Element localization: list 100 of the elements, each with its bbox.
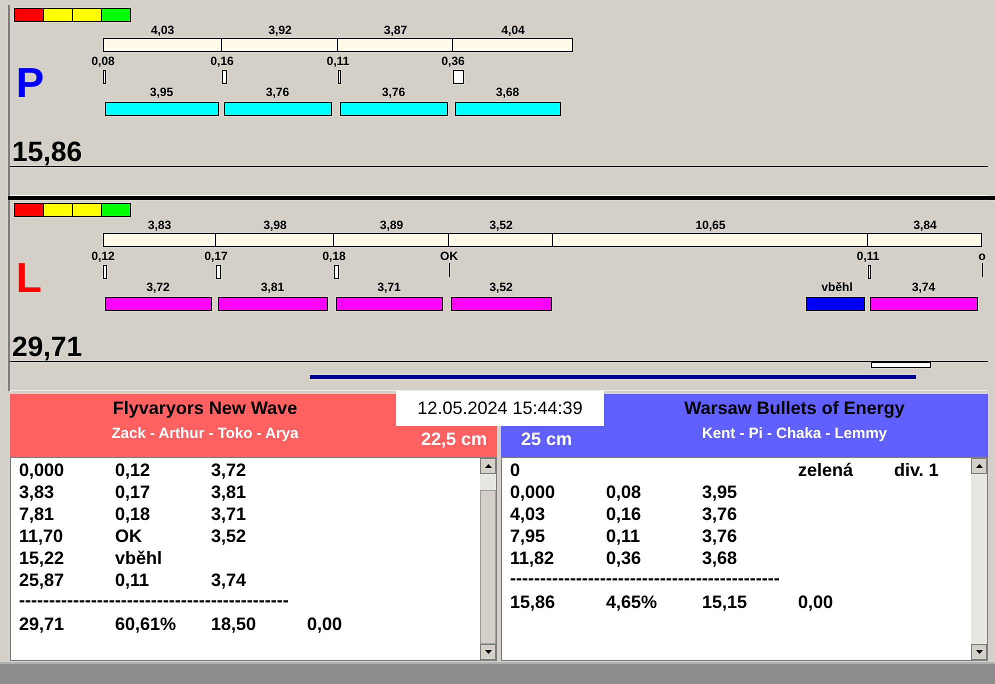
split-time: 3,83 (146, 217, 172, 233)
gap-marker (103, 265, 107, 279)
run-time: 3,74 (912, 279, 936, 296)
rerun-label: vběhl (821, 279, 853, 296)
scroll-down-button[interactable] (480, 644, 496, 660)
lane-total: 15,86 (12, 138, 82, 166)
list-cell-text: 3,72 (211, 459, 248, 481)
split-time: 3,84 (912, 217, 938, 233)
list-cell-text: vběhl (115, 547, 164, 569)
list-cell-text: 3,71 (211, 503, 248, 525)
dashed-separator: --------------------------------------------- (510, 569, 780, 590)
list-cell-text: 3,81 (211, 481, 248, 503)
list-cell-text: 29,71 (19, 613, 66, 635)
gap-marker (453, 70, 464, 84)
list-cell-text: 3,95 (702, 481, 738, 503)
scroll-down-button[interactable] (971, 644, 987, 660)
gap-time: 0,11 (326, 54, 350, 68)
scroll-up-button[interactable] (971, 458, 987, 474)
list-cell-text: zelená (798, 459, 854, 481)
list-cell-text: 15,22 (19, 547, 66, 569)
list-cell-text: 3,83 (19, 481, 56, 503)
up-arrow-icon (484, 464, 492, 468)
down-arrow-icon (976, 650, 982, 654)
scrollbar[interactable] (480, 458, 496, 660)
list-cell-text: 0,00 (798, 591, 834, 613)
gap-marker (334, 265, 339, 279)
gap-time: 0,17 (204, 249, 228, 263)
run-time: 3,52 (489, 279, 513, 296)
gap-time: 0,36 (441, 54, 465, 68)
gap-time: o (978, 249, 986, 263)
list-cell-text: 7,95 (510, 525, 546, 547)
gap-time: 0,11 (856, 249, 880, 263)
run-time: 3,72 (146, 279, 170, 296)
list-cell-text: 15,15 (702, 591, 748, 613)
gap-marker (216, 265, 221, 279)
gap-time: OK (440, 249, 458, 263)
team-members: Kent - Pi - Chaka - Lemmy (702, 425, 888, 443)
run-time: 3,81 (260, 279, 284, 296)
run-time: 3,71 (377, 279, 401, 296)
lane-letter: P (16, 62, 44, 104)
dashed-separator: --------------------------------------------- (19, 591, 289, 612)
jump-height: 22,5 cm (420, 428, 487, 451)
list-cell-text: 15,86 (510, 591, 556, 613)
lane-letter: L (16, 257, 42, 299)
list-cell-text: 0,11 (115, 569, 150, 591)
run-time: 3,68 (496, 84, 520, 101)
team-name: Warsaw Bullets of Energy (684, 397, 905, 419)
list-cell-text: 7,81 (19, 503, 56, 525)
list-cell-text: 0,12 (115, 459, 152, 481)
list-cell-text: 3,68 (702, 547, 738, 569)
list-cell-text: 3,76 (702, 525, 738, 547)
split-time: 3,92 (267, 22, 293, 38)
list-cell-text: 3,76 (702, 503, 738, 525)
gap-marker (222, 70, 227, 84)
split-time: 3,52 (488, 217, 514, 233)
list-cell-text: 0,00 (307, 613, 344, 635)
split-time: 10,65 (694, 217, 727, 233)
gap-time: 0,18 (322, 249, 346, 263)
scroll-thumb[interactable] (480, 490, 496, 644)
gap-marker (338, 70, 341, 84)
list-cell-text: OK (115, 525, 143, 547)
run-time: 3,95 (150, 84, 174, 101)
split-time: 3,89 (378, 217, 404, 233)
list-cell-text: 0,16 (606, 503, 642, 525)
gap-marker (982, 263, 983, 277)
jump-height: 25 cm (521, 428, 572, 451)
list-cell-text: 3,74 (211, 569, 248, 591)
list-cell-text: 25,87 (19, 569, 66, 591)
lane-total: 29,71 (12, 333, 82, 361)
team-members: Zack - Arthur - Toko - Arya (112, 425, 298, 443)
list-cell-text: 3,52 (211, 525, 248, 547)
list-cell-text: 0,08 (606, 481, 642, 503)
scrollbar[interactable] (971, 458, 987, 660)
list-cell-text: div. 1 (894, 459, 940, 481)
list-cell-text: 18,50 (211, 613, 258, 635)
split-time: 3,87 (382, 22, 408, 38)
gap-marker (449, 263, 450, 277)
down-arrow-icon (484, 650, 492, 654)
list-cell-text: 0,18 (115, 503, 152, 525)
gap-marker (103, 70, 106, 84)
scroll-up-button[interactable] (480, 458, 496, 474)
gap-time: 0,12 (91, 249, 115, 263)
list-cell-text: 4,65% (606, 591, 658, 613)
list-cell-text: 4,03 (510, 503, 546, 525)
split-time: 3,98 (262, 217, 288, 233)
list-cell-text: 0,000 (510, 481, 556, 503)
split-time: 4,03 (150, 22, 176, 38)
date-time: 12.05.2024 15:44:39 (396, 391, 604, 426)
gap-time: 0,08 (91, 54, 115, 68)
list-cell-text: 0 (510, 459, 522, 481)
list-cell-text: 11,70 (19, 525, 64, 547)
run-time: 3,76 (382, 84, 406, 101)
list-cell-text: 0,11 (606, 525, 642, 547)
run-time: 3,76 (266, 84, 290, 101)
list-cell-text: 0,000 (19, 459, 66, 481)
team-name: Flyvaryors New Wave (112, 397, 298, 419)
list-cell-text: 0,36 (606, 547, 642, 569)
list-cell-text: 11,82 (510, 547, 556, 569)
list-cell-text: 0,17 (115, 481, 152, 503)
gap-marker (868, 265, 871, 279)
